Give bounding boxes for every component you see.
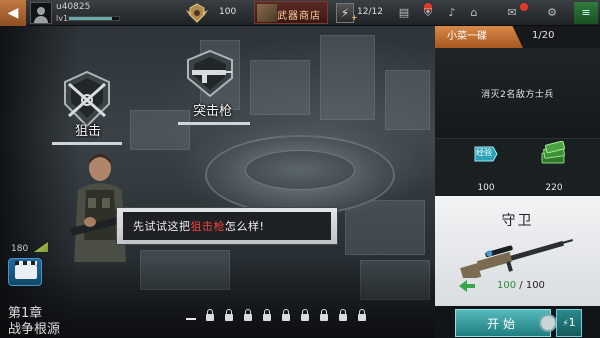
xp-bar-fill [69, 17, 112, 20]
mission-progress-bar [178, 122, 250, 125]
page-lock-icon[interactable] [281, 308, 291, 322]
tasks-icon[interactable]: ▤ [396, 4, 412, 21]
lock-body [282, 314, 290, 321]
rank-value: 100 [219, 7, 237, 17]
page-lock-icon[interactable] [338, 308, 348, 322]
mission-objective: 消灭2名敌方士兵 [435, 48, 600, 138]
ammo-max: 100 [525, 280, 545, 291]
building [130, 110, 190, 150]
building [320, 35, 375, 120]
dialog-text-before: 先试试这把 [133, 220, 191, 233]
lock-body [358, 314, 366, 321]
lock-body [244, 314, 252, 321]
username: u40825 [56, 2, 91, 12]
mode-title: 守卫 [501, 213, 534, 229]
lock-body [206, 314, 214, 321]
top-bar: ◀ u40825 lv1 100 武器商店 ⚡ + 12/12 ▤ ⛨ ♪ ⌂ … [0, 0, 600, 26]
mission-progress-bar [52, 142, 122, 145]
xp-bar [68, 16, 120, 21]
dialog-text-after: 怎么样! [225, 220, 265, 233]
start-area: 开始 ⚡1 [435, 306, 600, 338]
settings-gear-icon[interactable]: ⚙ [544, 4, 560, 21]
ammo-icon [459, 280, 475, 292]
cash-icon [541, 141, 565, 164]
notification-dot-icon [520, 3, 528, 11]
mail-icon[interactable]: ✉ [504, 4, 520, 21]
experience-label: 经验 [476, 148, 492, 157]
building [385, 70, 430, 130]
lock-body [339, 314, 347, 321]
page-lock-icon[interactable] [357, 308, 367, 322]
ammo-separator: / [516, 280, 526, 291]
ammo-current: 100 [497, 280, 517, 291]
ammo-count: 100 / 100 [497, 280, 545, 291]
building [345, 200, 425, 255]
page-lock-icon[interactable] [319, 308, 329, 322]
vignette [0, 260, 440, 338]
mode-card[interactable]: 守卫 100 / 100 [435, 196, 600, 306]
menu-button[interactable]: ≡ [574, 2, 598, 24]
building [250, 60, 310, 115]
back-arrow-icon: ◀ [7, 5, 19, 21]
energy-value: 12/12 [357, 7, 383, 17]
video-button[interactable] [8, 258, 42, 286]
home-icon[interactable]: ⌂ [466, 4, 482, 21]
lock-body [225, 314, 233, 321]
dialog-highlight: 狙击枪 [190, 220, 225, 233]
page-lock-icon[interactable] [224, 308, 234, 322]
panel-header: 小菜一碟 1/20 [435, 26, 600, 48]
start-button[interactable]: 开始 [455, 309, 551, 337]
player-level: lv1 [56, 14, 69, 23]
shop-icon [257, 4, 277, 22]
clapperboard-icon [15, 261, 37, 279]
page-lock-icon[interactable] [262, 308, 272, 322]
weapon-shop-button[interactable]: 武器商店 [254, 1, 328, 24]
sniper-rifle-icon [460, 239, 574, 278]
mission-title: 小菜一碟 [435, 26, 523, 48]
dialog-body: 先试试这把狙击枪怎么样! [123, 212, 331, 240]
back-button[interactable]: ◀ [0, 0, 26, 26]
experience-value: 100 [477, 183, 495, 193]
start-label: 开始 [486, 316, 519, 331]
energy-cost-value: 1 [568, 316, 576, 329]
mission-panel: 小菜一碟 1/20 消灭2名敌方士兵 经验 100 220 守卫 100 / 1… [435, 26, 600, 338]
lock-body [320, 314, 328, 321]
energy-cost-button[interactable]: ⚡1 [556, 309, 582, 337]
avatar-body [34, 16, 48, 23]
soldier-character [70, 154, 150, 262]
lock-body [263, 314, 271, 321]
shield-icon[interactable]: ⛨ [420, 4, 436, 21]
objective-text: 消灭2名敌方士兵 [481, 89, 554, 100]
mission-counter: 1/20 [532, 30, 555, 41]
tutorial-dialog[interactable]: 先试试这把狙击枪怎么样! [116, 207, 338, 245]
lock-body [301, 314, 309, 321]
rewards: 经验 100 220 [435, 138, 600, 196]
dialog-text: 先试试这把狙击枪怎么样! [133, 218, 264, 234]
sound-icon[interactable]: ♪ [444, 4, 460, 21]
page-lock-icon[interactable] [243, 308, 253, 322]
chapter-name: 战争根源 [8, 322, 61, 337]
menu-icon: ≡ [581, 6, 591, 19]
page-indicator-current[interactable] [186, 308, 196, 322]
stadium-field [245, 150, 355, 190]
assault-rifle-emblem-icon [187, 49, 233, 98]
mission-label-sniper: 狙击 [75, 124, 102, 139]
page-lock-icon[interactable] [205, 308, 215, 322]
cash-value: 220 [545, 183, 563, 193]
page-lock-icon[interactable] [300, 308, 310, 322]
avatar-head [37, 7, 45, 15]
avatar[interactable] [30, 2, 52, 24]
touch-indicator [539, 314, 557, 332]
shop-label: 武器商店 [277, 11, 321, 22]
current-page-bar [186, 318, 196, 320]
mission-label-assault-rifle: 突击枪 [193, 104, 233, 119]
count-value: 180 [11, 244, 29, 254]
rank-emblem-icon[interactable] [184, 2, 210, 24]
